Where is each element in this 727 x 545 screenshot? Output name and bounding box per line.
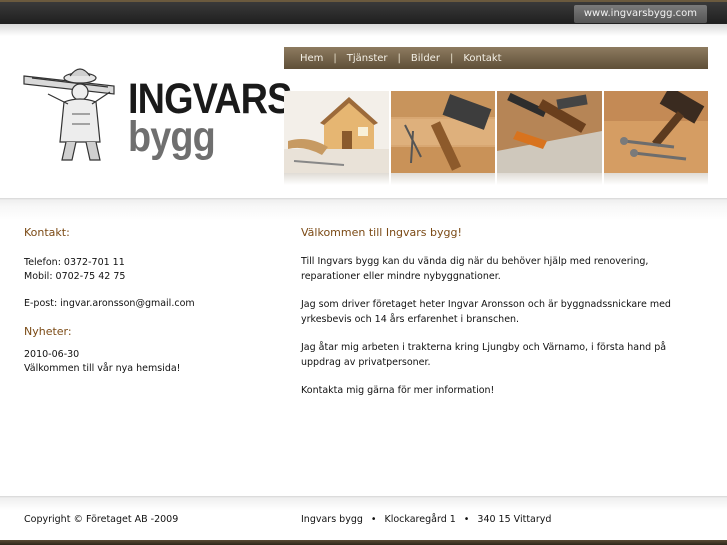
nav-separator: | [333,52,337,64]
domain-label[interactable]: www.ingvarsbygg.com [573,5,707,23]
top-gradient-band [0,24,727,36]
footer-gradient-band [0,496,727,510]
paragraph: Till Ingvars bygg kan du vända dig när d… [301,256,649,282]
paragraph: Jag åtar mig arbeten i trakterna kring L… [301,342,667,368]
footer-street: Klockaregård 1 [384,514,456,525]
news-date: 2010-06-30 [24,349,80,360]
contact-heading: Kontakt: [24,226,70,239]
nav-item-hem[interactable]: Hem [300,53,323,64]
nav-separator: | [397,52,401,64]
footer-bullet: • [370,514,377,525]
sidebar: Kontakt: Telefon: 0372-701 11 Mobil: 070… [24,226,264,376]
footer-address: Ingvars bygg • Klockaregård 1 • 340 15 Vitta… [301,514,551,525]
gallery-reflection [284,173,708,185]
paragraph: Kontakta mig gärna för mer information! [301,385,495,396]
nav-item-kontakt[interactable]: Kontakt [463,53,501,64]
top-bar: www.ingvarsbygg.com [0,0,727,24]
contact-phone: Telefon: 0372-701 11 [24,257,125,268]
gallery-image-house-tools[interactable] [284,91,389,173]
bottom-bar [0,540,727,545]
footer-bullet: • [463,514,470,525]
news-heading: Nyheter: [24,325,72,338]
paragraph: Jag som driver företaget heter Ingvar Ar… [301,299,671,325]
nav-item-bilder[interactable]: Bilder [411,53,440,64]
photo-gallery [284,91,708,173]
footer-company: Ingvars bygg [301,514,363,525]
main-nav: Hem | Tjänster | Bilder | Kontakt [284,47,708,69]
nav-item-tjanster[interactable]: Tjänster [347,53,388,64]
gallery-image-hammer-nails[interactable] [390,91,495,173]
contact-email[interactable]: E-post: ingvar.aronsson@gmail.com [24,297,264,311]
mid-gradient-band [0,198,727,220]
page-title: Välkommen till Ingvars bygg! [301,226,462,239]
logo-subtitle: bygg [128,113,216,161]
footer-postal: 340 15 Vittaryd [477,514,552,525]
contact-mobile: Mobil: 0702-75 42 75 [24,271,126,282]
gallery-image-carpenter-tools[interactable] [497,91,602,173]
carpenter-illustration [23,68,115,161]
footer-copyright: Copyright © Företaget AB -2009 [24,514,179,525]
news-text: Välkommen till vår nya hemsida! [24,363,181,374]
gallery-image-nails-hammer[interactable] [603,91,708,173]
logo[interactable]: INGVARS bygg [22,64,292,164]
nav-separator: | [449,52,454,64]
main-content: Välkommen till Ingvars bygg! Till Ingvar… [301,226,701,413]
